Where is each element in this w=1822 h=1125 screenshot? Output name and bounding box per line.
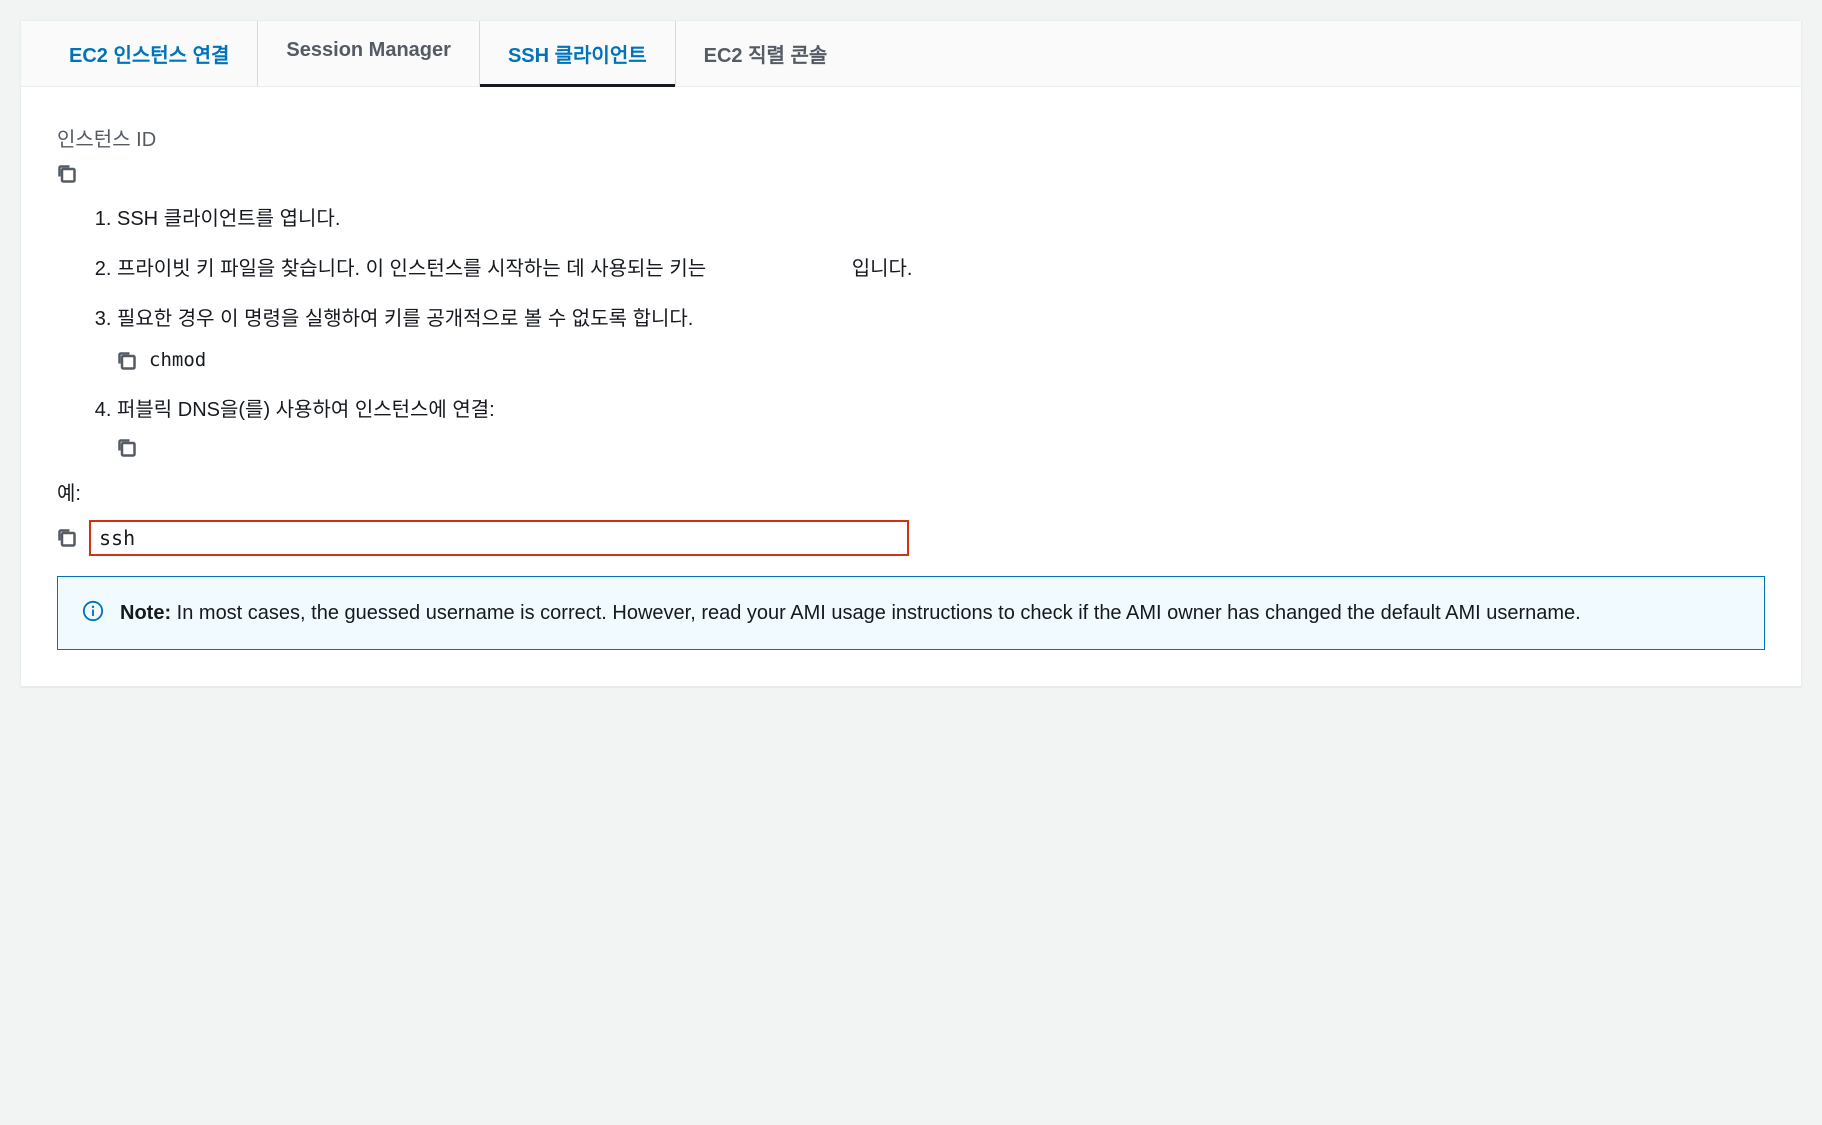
tab-ec2-serial-console[interactable]: EC2 직렬 콘솔	[676, 21, 856, 86]
info-icon	[82, 600, 104, 622]
step-2: 프라이빗 키 파일을 찾습니다. 이 인스턴스를 시작하는 데 사용되는 키는 …	[117, 254, 1765, 284]
note-text: Note: In most cases, the guessed usernam…	[120, 597, 1581, 629]
copy-icon[interactable]	[117, 350, 137, 370]
copy-icon[interactable]	[117, 437, 137, 457]
steps-list: SSH 클라이언트를 엽니다. 프라이빗 키 파일을 찾습니다. 이 인스턴스를…	[57, 204, 1765, 457]
content: 인스턴스 ID SSH 클라이언트를 엽니다. 프라이빗 키 파일을 찾습니다.…	[21, 87, 1801, 686]
instance-id-row	[57, 164, 1765, 184]
ssh-example-code: ssh	[99, 526, 135, 550]
tab-ssh-client[interactable]: SSH 클라이언트	[480, 21, 676, 86]
note-body: In most cases, the guessed username is c…	[171, 602, 1581, 624]
step-1: SSH 클라이언트를 엽니다.	[117, 204, 1765, 234]
step-3-command-row: chmod	[117, 346, 1765, 375]
example-row: ssh	[57, 520, 1765, 556]
step-4-text: 퍼블릭 DNS을(를) 사용하여 인스턴스에 연결:	[117, 399, 495, 421]
tab-session-manager[interactable]: Session Manager	[258, 21, 480, 86]
step-3: 필요한 경우 이 명령을 실행하여 키를 공개적으로 볼 수 없도록 합니다. …	[117, 304, 1765, 375]
note-label: Note:	[120, 602, 171, 624]
copy-icon[interactable]	[57, 528, 77, 548]
panel: EC2 인스턴스 연결 Session Manager SSH 클라이언트 EC…	[20, 20, 1802, 687]
ssh-example-box: ssh	[89, 520, 909, 556]
instance-id-label: 인스턴스 ID	[57, 123, 1765, 152]
chmod-command: chmod	[149, 346, 206, 375]
step-3-text: 필요한 경우 이 명령을 실행하여 키를 공개적으로 볼 수 없도록 합니다.	[117, 308, 693, 330]
example-label: 예:	[57, 477, 1765, 506]
copy-icon[interactable]	[57, 164, 77, 184]
step-4-command-row	[117, 437, 1765, 457]
tab-ec2-instance-connect[interactable]: EC2 인스턴스 연결	[41, 21, 258, 86]
tabs: EC2 인스턴스 연결 Session Manager SSH 클라이언트 EC…	[21, 21, 1801, 87]
note-box: Note: In most cases, the guessed usernam…	[57, 576, 1765, 650]
step-2-suffix: 입니다.	[852, 258, 913, 280]
step-4: 퍼블릭 DNS을(를) 사용하여 인스턴스에 연결:	[117, 395, 1765, 457]
step-2-prefix: 프라이빗 키 파일을 찾습니다. 이 인스턴스를 시작하는 데 사용되는 키는	[117, 258, 706, 280]
